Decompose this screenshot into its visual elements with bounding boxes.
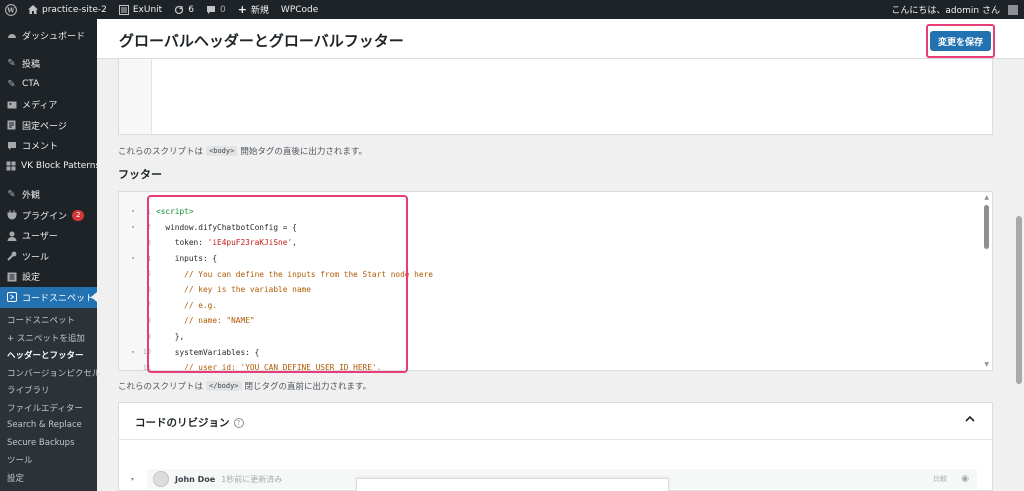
svg-text:W: W xyxy=(6,6,15,14)
editor-scroll-down-icon[interactable]: ▼ xyxy=(984,361,989,368)
body-script-editor[interactable] xyxy=(118,59,993,135)
comment-bubble-icon xyxy=(206,5,216,15)
submenu-code-snippets[interactable]: コードスニペット xyxy=(0,312,97,330)
chevron-up-icon[interactable] xyxy=(965,414,975,425)
wordpress-logo-icon[interactable]: W xyxy=(0,0,22,19)
editor-scroll-up-icon[interactable]: ▲ xyxy=(984,194,989,201)
body-script-description: これらのスクリプトは <body> 開始タグの直後に出力されます。 xyxy=(118,146,367,157)
revision-author: John Doe xyxy=(175,474,216,484)
sidebar-item-posts[interactable]: ✎ 投稿 xyxy=(0,54,97,75)
code-snippets-submenu: コードスニペット + スニペットを追加 ヘッダーとフッター コンバージョンピクセ… xyxy=(0,307,100,491)
grid-icon xyxy=(6,161,16,172)
revision-compare-link[interactable]: 比較 xyxy=(933,474,947,484)
updates-link[interactable]: 6 xyxy=(168,0,200,19)
sidebar-item-users[interactable]: ユーザー xyxy=(0,226,97,247)
page-header: グローバルヘッダーとグローバルフッター 変更を保存 xyxy=(97,19,1024,59)
submenu-add-snippet[interactable]: + スニペットを追加 xyxy=(0,329,97,347)
pin-icon: ✎ xyxy=(7,78,16,90)
admin-sidebar: ダッシュボード ✎ 投稿 ✎ CTA メディア 固定ページ コメント VK Bl… xyxy=(0,19,100,491)
submenu-header-footer[interactable]: ヘッダーとフッター xyxy=(0,347,97,365)
exunit-icon xyxy=(118,4,129,15)
sidebar-item-appearance[interactable]: ✎ 外観 xyxy=(0,185,97,206)
submenu-secure-backups[interactable]: Secure Backups xyxy=(0,434,97,452)
comment-icon xyxy=(6,140,17,151)
home-icon xyxy=(28,5,38,14)
submenu-conversion-pixels[interactable]: コンバージョンピクセル xyxy=(0,364,100,382)
body-editor-gutter xyxy=(119,59,152,134)
user-icon xyxy=(6,230,17,241)
page-title: グローバルヘッダーとグローバルフッター xyxy=(119,32,404,50)
page-icon xyxy=(6,120,17,131)
body-close-tag-chip: </body> xyxy=(206,381,242,391)
sidebar-item-code-snippets[interactable]: コードスニペット xyxy=(0,287,97,308)
revision-avatar xyxy=(153,471,169,487)
eye-icon[interactable]: ◉ xyxy=(961,474,969,484)
revisions-title: コードのリビジョン ? xyxy=(135,415,244,430)
submenu-search-replace[interactable]: Search & Replace xyxy=(0,417,97,435)
sidebar-item-tools[interactable]: ツール xyxy=(0,246,97,267)
brush-icon: ✎ xyxy=(7,189,16,201)
help-icon[interactable]: ? xyxy=(233,417,244,428)
plus-icon: + xyxy=(237,3,247,16)
save-changes-button[interactable]: 変更を保存 xyxy=(929,31,991,51)
refresh-icon xyxy=(174,5,184,15)
revision-time: 1秒前に更新済み xyxy=(221,474,283,484)
plugin-updates-badge: 2 xyxy=(72,209,85,221)
plugin-icon xyxy=(6,210,17,221)
body-tag-chip: <body> xyxy=(206,146,238,156)
dashboard-icon xyxy=(6,30,17,41)
pin-icon: ✎ xyxy=(7,58,16,70)
revision-fold-icon[interactable]: ▾ xyxy=(131,476,134,483)
code-highlight-box xyxy=(147,195,408,373)
submenu-tools[interactable]: ツール xyxy=(0,452,97,470)
submenu-file-editor[interactable]: ファイルエディター xyxy=(0,399,97,417)
settings-icon xyxy=(6,271,17,282)
footer-section-title: フッター xyxy=(118,168,162,181)
submenu-library[interactable]: ライブラリ xyxy=(0,382,97,400)
comments-link[interactable]: 0 xyxy=(200,0,232,19)
site-name-link[interactable]: practice-site-2 xyxy=(22,0,113,19)
sidebar-item-plugins[interactable]: プラグイン 2 xyxy=(0,205,97,226)
editor-scrollbar-thumb[interactable] xyxy=(984,205,989,249)
exunit-link[interactable]: ExUnit xyxy=(113,0,168,19)
save-button-highlight: 変更を保存 xyxy=(926,24,995,58)
code-icon xyxy=(6,292,17,303)
new-content-link[interactable]: + 新規 xyxy=(232,0,275,19)
footer-script-description: これらのスクリプトは </body> 閉じタグの直前に出力されます。 xyxy=(118,381,372,392)
page-scrollbar-thumb[interactable] xyxy=(1016,216,1022,384)
sidebar-item-media[interactable]: メディア xyxy=(0,95,97,116)
revisions-header[interactable]: コードのリビジョン ? xyxy=(119,403,992,440)
sidebar-item-dashboard[interactable]: ダッシュボード xyxy=(0,25,97,46)
sidebar-item-pages[interactable]: 固定ページ xyxy=(0,115,97,136)
sidebar-item-cta[interactable]: ✎ CTA xyxy=(0,74,97,95)
sidebar-item-settings[interactable]: 設定 xyxy=(0,267,97,288)
submenu-settings[interactable]: 設定 xyxy=(0,469,97,487)
sidebar-item-comments[interactable]: コメント xyxy=(0,136,97,157)
wpcode-link[interactable]: WPCode xyxy=(275,0,324,19)
media-icon xyxy=(6,99,17,110)
sidebar-item-vk-block-patterns[interactable]: VK Block Patterns xyxy=(0,156,100,177)
popup-panel-edge xyxy=(356,478,669,491)
admin-bar: W practice-site-2 ExUnit 6 0 + 新規 WPCode… xyxy=(0,0,1024,19)
user-account-menu[interactable]: こんにちは、adomin さん xyxy=(885,0,1024,19)
wrench-icon xyxy=(6,251,17,262)
user-avatar xyxy=(1008,4,1018,15)
